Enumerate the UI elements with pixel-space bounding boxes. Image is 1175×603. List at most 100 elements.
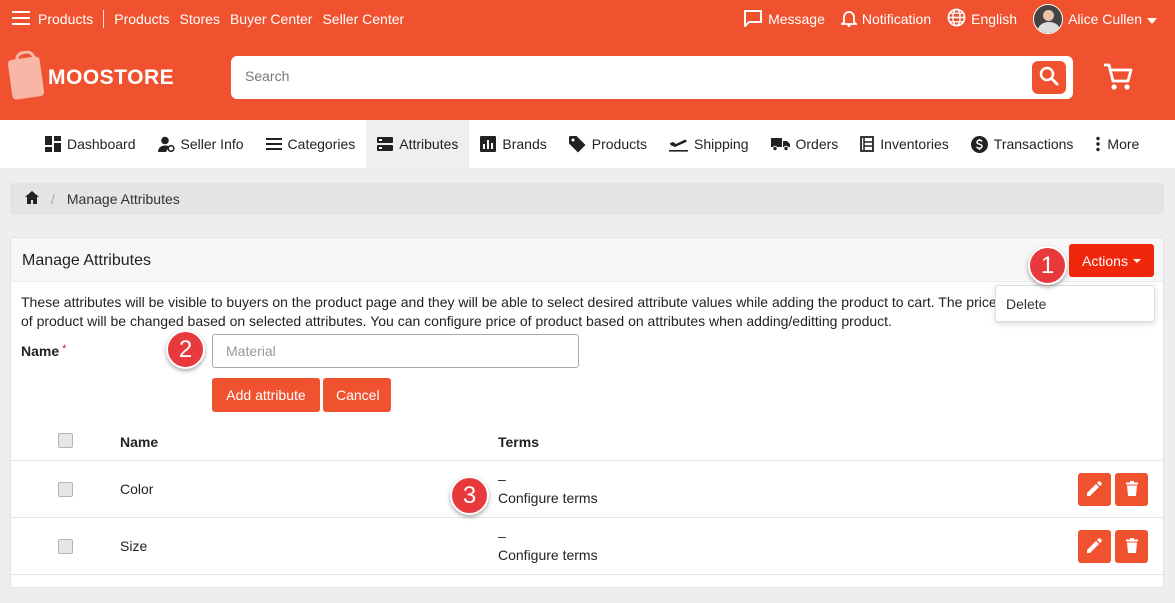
message-link[interactable]: Message — [743, 9, 825, 30]
tab-label: Orders — [795, 136, 839, 152]
inventory-icon — [860, 136, 875, 152]
terms-value: – — [498, 528, 506, 544]
name-label-text: Name — [21, 343, 60, 359]
tab-transactions[interactable]: Transactions — [960, 120, 1085, 168]
cart-button[interactable] — [1102, 62, 1134, 95]
step-marker-3: 3 — [450, 476, 489, 515]
tab-attributes[interactable]: Attributes — [366, 120, 470, 168]
row-checkbox[interactable] — [58, 539, 73, 554]
attribute-name: Color — [120, 481, 154, 497]
actions-button[interactable]: Actions — [1069, 244, 1154, 277]
search-button[interactable] — [1032, 61, 1066, 94]
delete-button[interactable] — [1115, 473, 1148, 506]
breadcrumb: / Manage Attributes — [10, 183, 1164, 215]
notification-label: Notification — [861, 11, 932, 27]
configure-terms-link[interactable]: Configure terms — [498, 489, 598, 508]
tab-categories[interactable]: Categories — [255, 120, 367, 168]
language-label: English — [971, 11, 1018, 27]
products-menu[interactable]: Products — [12, 10, 94, 28]
tab-dashboard[interactable]: Dashboard — [34, 120, 147, 168]
cart-icon — [1102, 63, 1134, 95]
breadcrumb-separator: / — [51, 191, 55, 207]
trash-icon — [1125, 480, 1138, 499]
bar-chart-icon — [480, 136, 497, 152]
tab-products[interactable]: Products — [558, 120, 658, 168]
products-menu-label: Products — [38, 11, 94, 27]
tab-seller-info[interactable]: Seller Info — [147, 120, 255, 168]
page-title: Manage Attributes — [22, 252, 151, 269]
row-checkbox[interactable] — [58, 482, 73, 497]
column-header-terms: Terms — [498, 434, 539, 450]
chevron-down-icon — [1147, 11, 1157, 27]
column-header-name: Name — [120, 434, 159, 450]
edit-button[interactable] — [1078, 473, 1111, 506]
chat-bubble-icon — [743, 9, 763, 30]
attribute-name: Size — [120, 538, 148, 554]
tab-label: Inventories — [880, 136, 949, 152]
pencil-icon — [1087, 480, 1102, 499]
tab-shipping[interactable]: Shipping — [658, 120, 760, 168]
shopping-bag-icon — [7, 55, 45, 101]
more-vertical-icon — [1095, 136, 1101, 152]
nav-link-stores[interactable]: Stores — [180, 11, 220, 27]
name-label: Name * — [21, 343, 66, 359]
terms-cell: – Configure terms — [498, 470, 598, 508]
home-icon[interactable] — [25, 191, 39, 207]
add-attribute-button[interactable]: Add attribute — [212, 378, 320, 412]
tab-inventories[interactable]: Inventories — [849, 120, 959, 168]
search-input[interactable] — [245, 68, 1005, 84]
brand-name: MOOSTORE — [48, 66, 175, 89]
language-selector[interactable]: English — [947, 8, 1017, 30]
tab-label: Dashboard — [67, 136, 136, 152]
table-row: Color – Configure terms — [11, 461, 1165, 518]
edit-button[interactable] — [1078, 530, 1111, 563]
actions-dropdown: Delete — [995, 285, 1155, 322]
attribute-name-input[interactable] — [212, 334, 579, 368]
notification-link[interactable]: Notification — [839, 9, 932, 30]
user-menu[interactable]: Alice Cullen — [1033, 4, 1157, 34]
configure-terms-link[interactable]: Configure terms — [498, 546, 598, 565]
hamburger-menu-icon — [12, 10, 30, 28]
tab-label: Attributes — [399, 136, 459, 152]
step-marker-1: 1 — [1028, 246, 1067, 285]
nav-link-seller-center[interactable]: Seller Center — [322, 11, 404, 27]
list-icon — [265, 138, 282, 150]
table-row: Size – Configure terms — [11, 518, 1165, 575]
tab-orders[interactable]: Orders — [760, 120, 850, 168]
airplane-icon — [669, 136, 688, 152]
top-navigation: Products Products Stores Buyer Center Se… — [0, 0, 1175, 38]
divider — [103, 10, 105, 28]
tab-label: Brands — [502, 136, 547, 152]
tab-more[interactable]: More — [1084, 120, 1150, 168]
table-header: Name Terms — [11, 423, 1165, 461]
step-marker-2: 2 — [166, 330, 205, 369]
globe-icon — [947, 8, 966, 30]
delete-menu-item[interactable]: Delete — [1006, 296, 1046, 312]
tag-icon — [568, 135, 586, 153]
brand-row: MOOSTORE — [0, 55, 1175, 101]
search-bar — [231, 56, 1073, 99]
delete-button[interactable] — [1115, 530, 1148, 563]
panel-header: Manage Attributes Actions — [11, 238, 1163, 282]
site-logo[interactable]: MOOSTORE — [7, 55, 175, 101]
tab-label: Shipping — [694, 136, 749, 152]
manage-attributes-panel: Manage Attributes Actions Delete These a… — [10, 237, 1165, 588]
trash-icon — [1125, 537, 1138, 556]
seller-navigation: Dashboard Seller Info Categories Attribu… — [0, 120, 1175, 168]
breadcrumb-current: Manage Attributes — [66, 191, 180, 207]
caret-down-icon — [1132, 258, 1141, 263]
terms-value: – — [498, 471, 506, 487]
search-icon — [1039, 66, 1059, 89]
actions-label: Actions — [1082, 252, 1128, 269]
nav-link-buyer-center[interactable]: Buyer Center — [230, 11, 312, 27]
cancel-button[interactable]: Cancel — [323, 378, 391, 412]
dashboard-icon — [45, 136, 61, 152]
description-text: These attributes will be visible to buye… — [21, 294, 997, 329]
tab-label: Transactions — [993, 136, 1074, 152]
dollar-coin-icon — [970, 135, 988, 153]
nav-link-products[interactable]: Products — [114, 11, 169, 27]
tab-brands[interactable]: Brands — [469, 120, 557, 168]
truck-icon — [770, 137, 790, 151]
select-all-checkbox[interactable] — [58, 433, 73, 448]
user-settings-icon — [157, 136, 175, 152]
